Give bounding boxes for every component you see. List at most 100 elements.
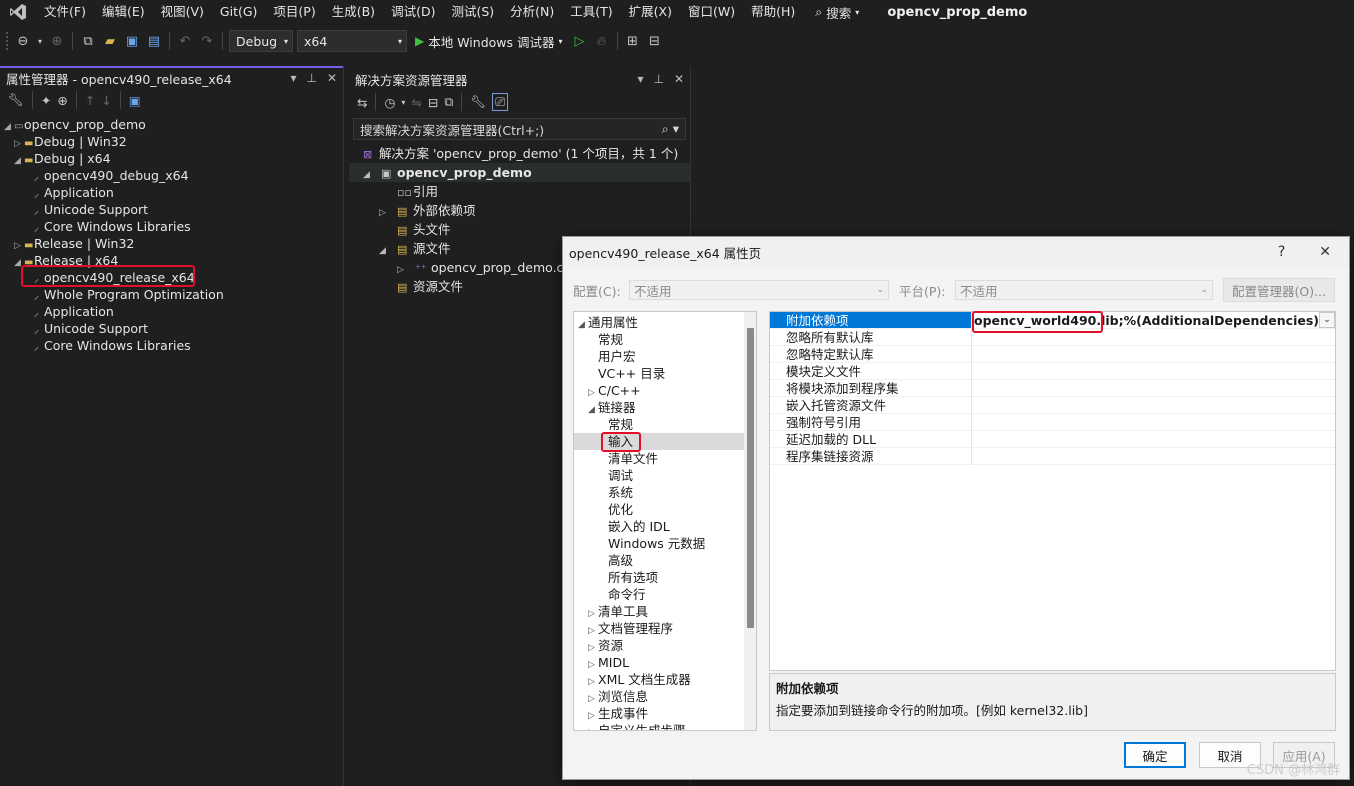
property-tree-item[interactable]: ⸝ Unicode Support <box>0 320 343 337</box>
solution-tree-item[interactable]: ▫▫引用 <box>349 182 690 201</box>
category-tree-item[interactable]: 常规 <box>574 416 756 433</box>
hot-reload-icon[interactable]: 🔥︎ <box>593 32 611 50</box>
property-tree-item[interactable]: ⸝ Core Windows Libraries <box>0 337 343 354</box>
dialog-close-button[interactable]: ✕ <box>1319 244 1331 260</box>
sync-icon[interactable]: ⇆ <box>357 95 367 110</box>
solution-platform-select[interactable]: x64 ▾ <box>297 30 407 52</box>
open-folder-icon[interactable]: ▰ <box>101 32 119 50</box>
pin-icon[interactable]: ⊥ <box>306 71 316 85</box>
property-tree-item[interactable]: ⸝ opencv490_debug_x64 <box>0 167 343 184</box>
expand-arrow-icon[interactable]: ◢ <box>363 166 381 185</box>
show-all-files-icon[interactable]: ⧉ <box>444 94 453 110</box>
category-tree-item[interactable]: ▷ 生成事件 <box>574 705 756 722</box>
menu-item[interactable]: 生成(B) <box>324 0 383 24</box>
category-tree-item[interactable]: ◢ 链接器 <box>574 399 756 416</box>
preview-icon[interactable]: ⎚ <box>492 93 509 111</box>
solution-explorer-icon[interactable]: ⊞ <box>624 32 642 50</box>
property-row[interactable]: 强制符号引用 <box>770 414 1335 431</box>
property-tree-item[interactable]: ⸝ Unicode Support <box>0 201 343 218</box>
solution-tree-item[interactable]: ⊠ 解决方案 'opencv_prop_demo' (1 个项目，共 1 个) <box>349 144 690 163</box>
property-row[interactable]: 将模块添加到程序集 <box>770 380 1335 397</box>
menu-item[interactable]: 工具(T) <box>562 0 620 24</box>
config-manager-button[interactable]: 配置管理器(O)... <box>1223 278 1335 302</box>
help-button[interactable]: ? <box>1278 244 1285 260</box>
new-project-icon[interactable]: ⧉ <box>79 32 97 50</box>
solution-search-input[interactable]: 搜索解决方案资源管理器(Ctrl+;) ⌕ ▾ <box>353 118 686 140</box>
property-value[interactable] <box>972 397 1335 414</box>
nav-scrollbar[interactable] <box>744 312 756 730</box>
category-tree-item[interactable]: 嵌入的 IDL <box>574 518 756 535</box>
category-tree-item[interactable]: ◢ 通用属性 <box>574 314 756 331</box>
property-row[interactable]: 延迟加载的 DLL <box>770 431 1335 448</box>
category-tree-item[interactable]: ▷ 浏览信息 <box>574 688 756 705</box>
property-value[interactable] <box>972 431 1335 448</box>
property-tree-item[interactable]: ⸝ Whole Program Optimization <box>0 286 343 303</box>
save-all-icon[interactable]: ▤ <box>145 32 163 50</box>
properties-wrench-icon[interactable]: 🔧︎ <box>8 92 24 108</box>
property-tree-item[interactable]: ◢ ▭opencv_prop_demo <box>0 116 343 133</box>
move-up-icon[interactable]: ↑ <box>85 93 95 108</box>
panel-menu-icon[interactable]: ▾ <box>637 72 643 86</box>
chevron-down-icon[interactable]: ⌄ <box>1319 312 1335 328</box>
menu-item[interactable]: 文件(F) <box>36 0 94 24</box>
property-tree-item[interactable]: ▷ ▬Debug | Win32 <box>0 133 343 150</box>
category-tree-item[interactable]: Windows 元数据 <box>574 535 756 552</box>
move-down-icon[interactable]: ↓ <box>101 93 111 108</box>
expand-arrow-icon[interactable]: ▷ <box>588 725 598 730</box>
menu-item[interactable]: Git(G) <box>212 0 266 24</box>
config-select[interactable]: 不适用 ⌄ <box>629 280 889 300</box>
dropdown-icon[interactable]: ▾ <box>36 32 44 50</box>
menu-item[interactable]: 测试(S) <box>443 0 502 24</box>
property-row[interactable]: 程序集链接资源 <box>770 448 1335 465</box>
category-tree-item[interactable]: ▷ 文档管理程序 <box>574 620 756 637</box>
collapse-all-icon[interactable]: ⊟ <box>428 95 438 110</box>
expand-arrow-icon[interactable]: ◢ <box>379 242 397 261</box>
undo-icon[interactable]: ↶ <box>176 32 194 50</box>
toolbar-grip[interactable] <box>6 32 10 50</box>
visual-studio-logo-icon[interactable] <box>0 0 36 24</box>
category-tree-item[interactable]: 系统 <box>574 484 756 501</box>
menu-item[interactable]: 视图(V) <box>153 0 212 24</box>
property-tree-item[interactable]: ◢ ▬Debug | x64 <box>0 150 343 167</box>
add-existing-property-sheet-icon[interactable]: ⊕ <box>57 93 67 108</box>
category-tree-item[interactable]: ▷ 资源 <box>574 637 756 654</box>
menu-item[interactable]: 分析(N) <box>502 0 562 24</box>
property-value[interactable] <box>972 346 1335 363</box>
expand-arrow-icon[interactable]: ▷ <box>379 204 397 223</box>
property-tree-item[interactable]: ⸝ Application <box>0 303 343 320</box>
save-icon[interactable]: ▣ <box>129 93 141 108</box>
property-tree-item[interactable]: ⸝ Application <box>0 184 343 201</box>
search-menu[interactable]: ⌕ 搜索 ▾ <box>807 3 867 22</box>
panel-menu-icon[interactable]: ▾ <box>290 71 296 85</box>
property-row[interactable]: 忽略特定默认库 <box>770 346 1335 363</box>
menu-item[interactable]: 扩展(X) <box>621 0 680 24</box>
forward-icon[interactable]: ⊕ <box>48 32 66 50</box>
category-tree-item[interactable]: 优化 <box>574 501 756 518</box>
category-tree-item[interactable]: 高级 <box>574 552 756 569</box>
add-new-property-sheet-icon[interactable]: ✦ <box>41 93 51 108</box>
category-tree-item[interactable]: 用户宏 <box>574 348 756 365</box>
pin-icon[interactable]: ⊥ <box>653 72 663 86</box>
properties-wrench-icon[interactable]: 🔧︎ <box>470 94 486 110</box>
property-value[interactable] <box>972 363 1335 380</box>
solution-tree-item[interactable]: ◢ ▣ opencv_prop_demo <box>349 163 690 182</box>
chevron-down-icon[interactable]: ▾ <box>401 98 405 107</box>
category-tree-item[interactable]: 常规 <box>574 331 756 348</box>
category-tree-item[interactable]: ▷自定义生成步骤 <box>574 722 756 730</box>
category-tree-item[interactable]: ▷ MIDL <box>574 654 756 671</box>
category-tree-item[interactable]: ▷ XML 文档生成器 <box>574 671 756 688</box>
scrollbar-thumb[interactable] <box>747 328 754 628</box>
solution-tree-item[interactable]: ▷ ▤ 外部依赖项 <box>349 201 690 220</box>
save-icon[interactable]: ▣ <box>123 32 141 50</box>
category-tree-item[interactable]: 命令行 <box>574 586 756 603</box>
category-tree-item[interactable]: ▷ 清单工具 <box>574 603 756 620</box>
property-row[interactable]: 嵌入托管资源文件 <box>770 397 1335 414</box>
category-tree-item[interactable]: 调试 <box>574 467 756 484</box>
property-value[interactable] <box>972 380 1335 397</box>
property-tree-item[interactable]: ⸝ Core Windows Libraries <box>0 218 343 235</box>
menu-item[interactable]: 帮助(H) <box>743 0 803 24</box>
redo-icon[interactable]: ↷ <box>198 32 216 50</box>
category-tree-item[interactable]: ▷ C/C++ <box>574 382 756 399</box>
history-icon[interactable]: ◷ <box>384 95 395 110</box>
property-tree-item[interactable]: ▷ ▬Release | Win32 <box>0 235 343 252</box>
